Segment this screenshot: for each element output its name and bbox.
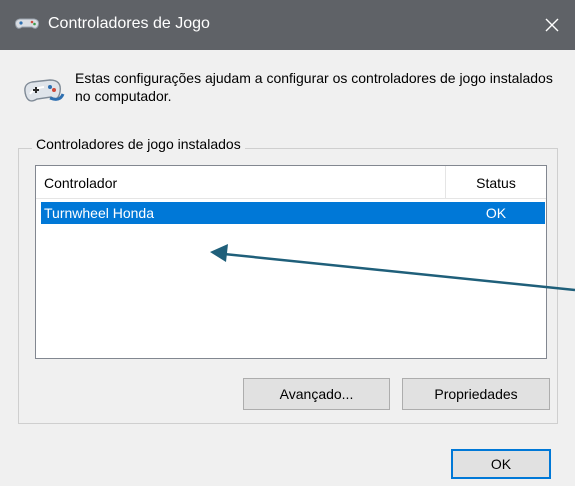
ok-button[interactable]: OK	[451, 449, 551, 479]
controllers-list[interactable]: Controlador Status Turnwheel Honda OK	[35, 165, 547, 359]
advanced-button[interactable]: Avançado...	[243, 378, 390, 410]
intro-text: Estas configurações ajudam a configurar …	[75, 70, 553, 104]
title-bar: Controladores de Jogo	[0, 0, 575, 50]
group-label: Controladores de jogo instalados	[32, 136, 245, 152]
close-icon	[545, 18, 559, 32]
controller-status: OK	[485, 205, 507, 221]
gamepad-icon	[15, 18, 39, 29]
properties-button[interactable]: Propriedades	[402, 378, 550, 410]
close-button[interactable]	[529, 0, 575, 50]
column-header-controller[interactable]: Controlador	[44, 175, 117, 191]
list-item[interactable]: Turnwheel Honda OK	[41, 202, 545, 224]
window-title: Controladores de Jogo	[48, 15, 210, 32]
gamepad-icon	[24, 79, 65, 102]
list-header: Controlador Status	[36, 166, 546, 199]
column-header-status[interactable]: Status	[446, 175, 546, 191]
controller-name: Turnwheel Honda	[44, 205, 154, 221]
